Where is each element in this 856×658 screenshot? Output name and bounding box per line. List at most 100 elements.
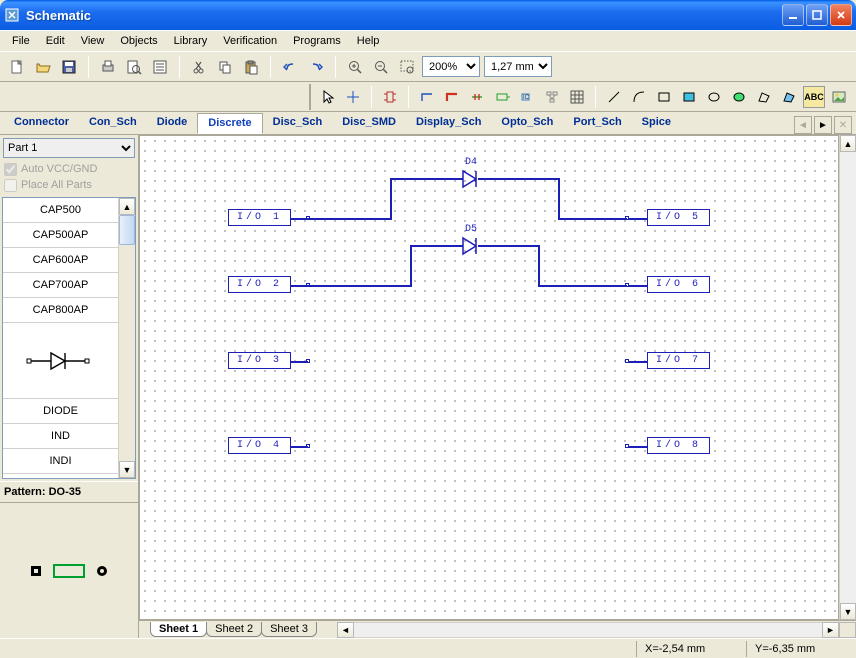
menu-edit[interactable]: Edit [38, 32, 73, 50]
diode-symbol[interactable] [460, 236, 480, 256]
wire[interactable] [500, 178, 558, 180]
wire[interactable] [410, 245, 440, 247]
wire[interactable] [500, 245, 538, 247]
zoom-window-icon[interactable] [396, 56, 418, 78]
part-item[interactable]: CAP500AP [3, 223, 118, 248]
menu-programs[interactable]: Programs [285, 32, 349, 50]
libtab-opto-sch[interactable]: Opto_Sch [491, 113, 563, 134]
close-button[interactable] [830, 4, 852, 26]
image-icon[interactable] [828, 86, 850, 108]
wire[interactable] [290, 218, 308, 220]
grid-select[interactable]: 1,27 mm [484, 56, 552, 77]
maximize-button[interactable] [806, 4, 828, 26]
libtab-port-sch[interactable]: Port_Sch [563, 113, 631, 134]
libtab-next[interactable]: ► [814, 116, 832, 134]
menu-objects[interactable]: Objects [112, 32, 165, 50]
text-icon[interactable]: ABC [803, 86, 825, 108]
filled-rect-icon[interactable] [678, 86, 700, 108]
poly-icon[interactable] [753, 86, 775, 108]
component-icon[interactable] [379, 86, 401, 108]
part-preview[interactable] [3, 323, 118, 399]
libtab-disc-smd[interactable]: Disc_SMD [332, 113, 406, 134]
menu-file[interactable]: File [4, 32, 38, 50]
wire[interactable] [538, 285, 627, 287]
menu-help[interactable]: Help [349, 32, 388, 50]
libtab-close[interactable]: ✕ [834, 116, 852, 134]
part-list-scrollbar[interactable]: ▲ ▼ [118, 198, 135, 478]
wire[interactable] [290, 285, 308, 287]
part-item[interactable]: CAP500 [3, 198, 118, 223]
schematic-canvas[interactable]: I/O 1I/O 2I/O 3I/O 4I/O 5I/O 6I/O 7I/O 8… [139, 135, 839, 620]
libtab-prev[interactable]: ◄ [794, 116, 812, 134]
scroll-down-icon[interactable]: ▼ [840, 603, 856, 620]
wire[interactable] [390, 178, 440, 180]
preview-icon[interactable] [123, 56, 145, 78]
part-item[interactable]: IND [3, 424, 118, 449]
libtab-connector[interactable]: Connector [4, 113, 79, 134]
hierarchy-icon[interactable] [541, 86, 563, 108]
part-item[interactable]: CAP600AP [3, 248, 118, 273]
libtab-display-sch[interactable]: Display_Sch [406, 113, 491, 134]
io-port[interactable]: I/O 1 [228, 209, 291, 226]
scroll-left-icon[interactable]: ◄ [337, 622, 354, 638]
component-label[interactable]: D5 [465, 224, 477, 235]
wire[interactable] [629, 218, 647, 220]
arc-icon[interactable] [628, 86, 650, 108]
horizontal-scrollbar[interactable]: ◄ ► [337, 622, 839, 638]
scroll-thumb[interactable] [119, 215, 135, 245]
paste-icon[interactable] [240, 56, 262, 78]
net-port-icon[interactable] [491, 86, 513, 108]
wire[interactable] [558, 178, 560, 220]
io-port[interactable]: I/O 5 [647, 209, 710, 226]
minimize-button[interactable] [782, 4, 804, 26]
line-icon[interactable] [603, 86, 625, 108]
redo-icon[interactable] [305, 56, 327, 78]
crosshair-icon[interactable] [342, 86, 364, 108]
save-icon[interactable] [58, 56, 80, 78]
libtab-disc-sch[interactable]: Disc_Sch [263, 113, 333, 134]
part-item[interactable]: CAP700AP [3, 273, 118, 298]
part-item[interactable]: LED [3, 474, 118, 478]
undo-icon[interactable] [279, 56, 301, 78]
io-port[interactable]: I/O 4 [228, 437, 291, 454]
bus-entry-icon[interactable] [466, 86, 488, 108]
libtab-con-sch[interactable]: Con_Sch [79, 113, 147, 134]
wire[interactable] [629, 361, 647, 363]
scroll-right-icon[interactable]: ► [822, 622, 839, 638]
part-selector[interactable]: Part 1 [3, 138, 135, 158]
diode-symbol[interactable] [460, 169, 480, 189]
wire[interactable] [478, 245, 500, 247]
cut-icon[interactable] [188, 56, 210, 78]
libtab-diode[interactable]: Diode [147, 113, 198, 134]
libtab-spice[interactable]: Spice [632, 113, 681, 134]
copy-icon[interactable] [214, 56, 236, 78]
wire[interactable] [390, 178, 392, 220]
part-item[interactable]: CAP800AP [3, 298, 118, 323]
wire[interactable] [308, 285, 410, 287]
part-item[interactable]: INDI [3, 449, 118, 474]
print-icon[interactable] [97, 56, 119, 78]
filled-ellipse-icon[interactable] [728, 86, 750, 108]
ellipse-icon[interactable] [703, 86, 725, 108]
grid-icon[interactable] [566, 86, 588, 108]
wire[interactable] [308, 218, 390, 220]
menu-view[interactable]: View [73, 32, 113, 50]
wire[interactable] [290, 446, 308, 448]
wire[interactable] [538, 245, 540, 287]
wire[interactable] [478, 178, 500, 180]
zoom-in-icon[interactable] [344, 56, 366, 78]
wire[interactable] [629, 446, 647, 448]
rect-icon[interactable] [653, 86, 675, 108]
sheet-tab[interactable]: Sheet 1 [150, 622, 207, 637]
select-icon[interactable] [317, 86, 339, 108]
filled-poly-icon[interactable] [778, 86, 800, 108]
wire[interactable] [558, 218, 627, 220]
scroll-up-icon[interactable]: ▲ [119, 198, 135, 215]
sheet-tab[interactable]: Sheet 3 [261, 622, 317, 637]
io-port[interactable]: I/O 3 [228, 352, 291, 369]
wire-icon[interactable] [416, 86, 438, 108]
io-port[interactable]: I/O 8 [647, 437, 710, 454]
part-icon[interactable]: IC [516, 86, 538, 108]
vertical-scrollbar[interactable]: ▲ ▼ [839, 135, 856, 620]
io-port[interactable]: I/O 2 [228, 276, 291, 293]
